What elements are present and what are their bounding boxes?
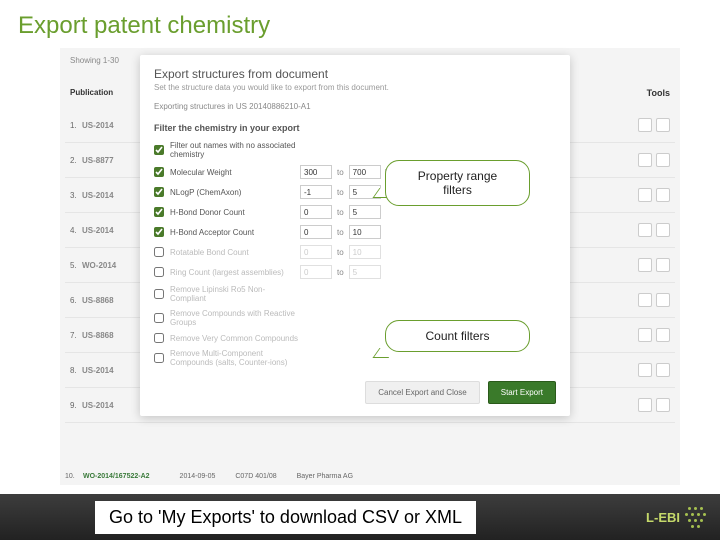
filter-label: Remove Very Common Compounds bbox=[170, 334, 300, 343]
bottom-bar: Go to 'My Exports' to download CSV or XM… bbox=[0, 494, 720, 540]
publication-header: Publication bbox=[70, 88, 113, 97]
download-icon[interactable] bbox=[656, 153, 670, 167]
download-icon[interactable] bbox=[656, 328, 670, 342]
filter-checkbox[interactable] bbox=[154, 187, 164, 197]
filter-checkbox[interactable] bbox=[154, 267, 164, 277]
filter-row: H-Bond Donor Count0to5 bbox=[154, 205, 556, 219]
filter-label: Remove Multi-Component Compounds (salts,… bbox=[170, 349, 300, 367]
export-icon[interactable] bbox=[638, 363, 652, 377]
filter-from-input[interactable]: 0 bbox=[300, 245, 332, 259]
filter-label: Molecular Weight bbox=[170, 168, 300, 177]
filter-from-input[interactable]: 0 bbox=[300, 225, 332, 239]
filter-row: Filter out names with no associated chem… bbox=[154, 141, 556, 159]
download-icon[interactable] bbox=[656, 258, 670, 272]
property-range-callout: Property range filters bbox=[385, 160, 530, 206]
export-modal: Export structures from document Set the … bbox=[140, 55, 570, 416]
filter-label: H-Bond Acceptor Count bbox=[170, 228, 300, 237]
filter-row: Remove Lipinski Ro5 Non-Compliant bbox=[154, 285, 556, 303]
filter-checkbox[interactable] bbox=[154, 289, 164, 299]
tools-header: Tools bbox=[647, 88, 670, 98]
filter-to-input[interactable]: 10 bbox=[349, 245, 381, 259]
modal-export-line: Exporting structures in US 20140886210-A… bbox=[154, 102, 556, 111]
filter-label: H-Bond Donor Count bbox=[170, 208, 300, 217]
filter-from-input[interactable]: 0 bbox=[300, 265, 332, 279]
filter-label: Ring Count (largest assemblies) bbox=[170, 268, 300, 277]
filter-label: Remove Compounds with Reactive Groups bbox=[170, 309, 300, 327]
filter-checkbox[interactable] bbox=[154, 313, 164, 323]
download-icon[interactable] bbox=[656, 398, 670, 412]
filter-checkbox[interactable] bbox=[154, 145, 164, 155]
cancel-button[interactable]: Cancel Export and Close bbox=[365, 381, 480, 404]
ebi-logo: L-EBI bbox=[646, 505, 708, 529]
filter-to-input[interactable]: 5 bbox=[349, 205, 381, 219]
download-icon[interactable] bbox=[656, 118, 670, 132]
filter-label: Rotatable Bond Count bbox=[170, 248, 300, 257]
ebi-dots-icon bbox=[684, 505, 708, 529]
export-icon[interactable] bbox=[638, 293, 652, 307]
filter-from-input[interactable]: -1 bbox=[300, 185, 332, 199]
download-icon[interactable] bbox=[656, 293, 670, 307]
filter-checkbox[interactable] bbox=[154, 247, 164, 257]
filter-to-input[interactable]: 700 bbox=[349, 165, 381, 179]
filter-checkbox[interactable] bbox=[154, 227, 164, 237]
export-icon[interactable] bbox=[638, 398, 652, 412]
export-icon[interactable] bbox=[638, 223, 652, 237]
filter-row: Rotatable Bond Count0to10 bbox=[154, 245, 556, 259]
filter-row: Ring Count (largest assemblies)0to5 bbox=[154, 265, 556, 279]
filter-label: Remove Lipinski Ro5 Non-Compliant bbox=[170, 285, 300, 303]
filter-to-input[interactable]: 5 bbox=[349, 265, 381, 279]
count-filters-callout: Count filters bbox=[385, 320, 530, 352]
filter-checkbox[interactable] bbox=[154, 207, 164, 217]
download-icon[interactable] bbox=[656, 188, 670, 202]
filter-from-input[interactable]: 300 bbox=[300, 165, 332, 179]
filter-row: H-Bond Acceptor Count0to10 bbox=[154, 225, 556, 239]
page-title: Export patent chemistry bbox=[0, 0, 720, 48]
start-export-button[interactable]: Start Export bbox=[488, 381, 556, 404]
filter-label: NLogP (ChemAxon) bbox=[170, 188, 300, 197]
export-icon[interactable] bbox=[638, 118, 652, 132]
filter-checkbox[interactable] bbox=[154, 167, 164, 177]
modal-title: Export structures from document bbox=[154, 67, 556, 81]
filter-label: Filter out names with no associated chem… bbox=[170, 141, 300, 159]
export-icon[interactable] bbox=[638, 188, 652, 202]
result-row-10: 10. WO-2014/167522-A2 2014-09-05 C07D 40… bbox=[65, 469, 675, 483]
export-icon[interactable] bbox=[638, 258, 652, 272]
export-icon[interactable] bbox=[638, 328, 652, 342]
filter-to-input[interactable]: 10 bbox=[349, 225, 381, 239]
download-icon[interactable] bbox=[656, 223, 670, 237]
modal-subtitle: Set the structure data you would like to… bbox=[154, 83, 556, 92]
download-icon[interactable] bbox=[656, 363, 670, 377]
bottom-caption: Go to 'My Exports' to download CSV or XM… bbox=[95, 501, 476, 534]
filter-checkbox[interactable] bbox=[154, 353, 164, 363]
filter-section-label: Filter the chemistry in your export bbox=[154, 123, 556, 133]
showing-text: Showing 1-30 bbox=[70, 56, 119, 65]
export-icon[interactable] bbox=[638, 153, 652, 167]
ebi-logo-text: L-EBI bbox=[646, 510, 680, 525]
filter-checkbox[interactable] bbox=[154, 333, 164, 343]
filter-from-input[interactable]: 0 bbox=[300, 205, 332, 219]
